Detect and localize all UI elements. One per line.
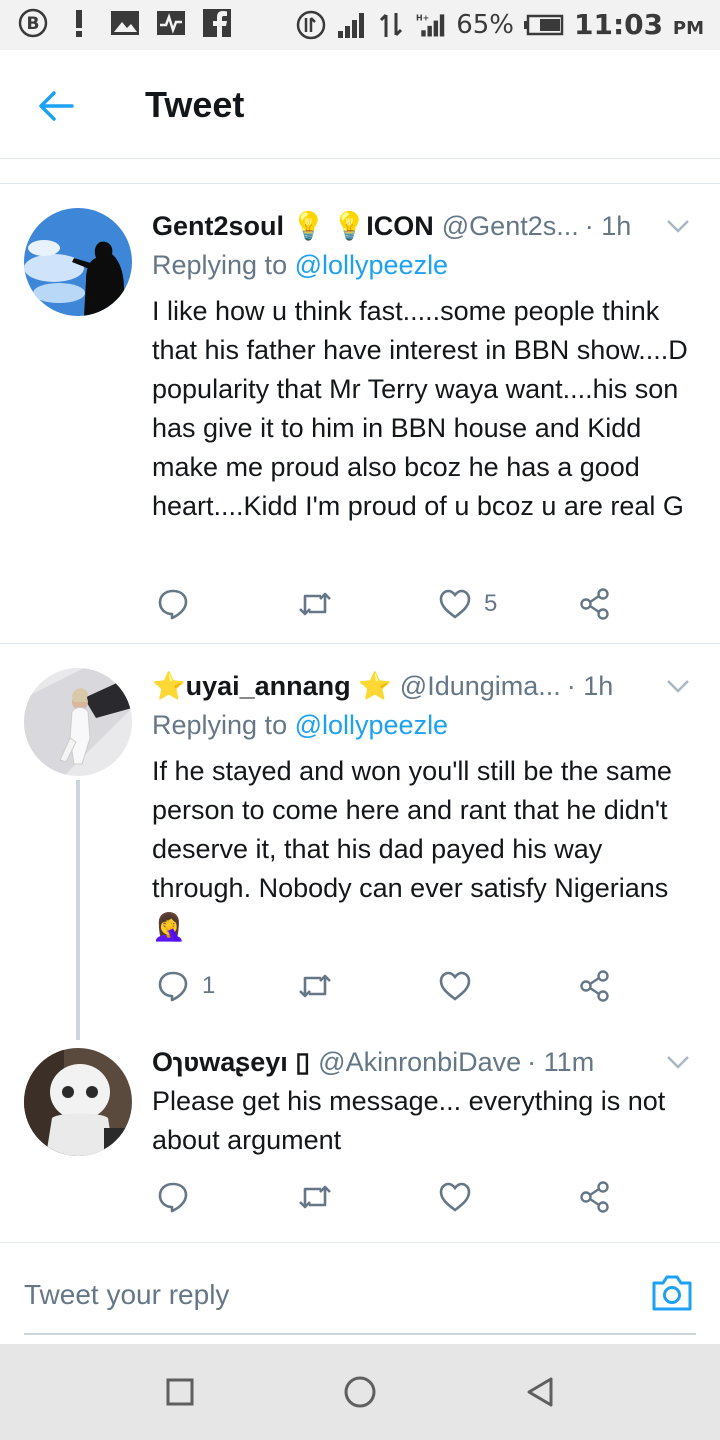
camera-icon	[652, 1275, 692, 1311]
share-icon	[580, 970, 609, 1002]
comment-icon	[158, 1182, 188, 1213]
app-header: Tweet	[0, 50, 720, 159]
timestamp: · 1h	[566, 670, 614, 701]
author-handle[interactable]: @Idungima...	[400, 671, 561, 702]
b-notification-icon: B	[18, 8, 48, 38]
tweet-text: Please get his message... everything is …	[152, 1086, 666, 1155]
reply-button[interactable]: 1	[156, 966, 215, 1006]
page-title: Tweet	[145, 84, 245, 125]
author-name[interactable]: Oɿʋwaʂeyı ▯	[152, 1047, 310, 1078]
triangle-back-icon	[527, 1377, 553, 1407]
arrow-left-icon	[39, 91, 74, 121]
avatar[interactable]	[24, 668, 132, 776]
thread-line	[76, 780, 80, 1040]
share-icon	[580, 1181, 609, 1213]
signal-icon	[336, 10, 366, 40]
square-icon	[166, 1378, 194, 1406]
reply-button[interactable]	[156, 1177, 202, 1217]
like-button[interactable]	[438, 1177, 484, 1217]
reply-input-underline	[24, 1333, 696, 1335]
reply-button[interactable]	[156, 584, 202, 624]
circle-icon	[344, 1376, 376, 1408]
tweet[interactable]: Gent2soul 💡 💡ICON @Gent2s... · 1h Replyi…	[0, 184, 720, 643]
reply-input[interactable]: Tweet your reply	[24, 1279, 229, 1311]
recents-button[interactable]	[160, 1372, 200, 1412]
like-count: 5	[484, 590, 498, 617]
like-button[interactable]: 5	[438, 584, 497, 624]
activity-icon	[156, 8, 186, 38]
svg-text:H+: H+	[416, 13, 429, 22]
retweet-button[interactable]	[297, 584, 333, 624]
tweet-text: I like how u think fast.....some people …	[152, 296, 688, 521]
retweet-button[interactable]	[297, 966, 333, 1006]
battery-percent: 65%	[456, 9, 514, 40]
author-handle[interactable]: @Gent2s...	[442, 211, 579, 242]
chevron-down-icon[interactable]	[664, 212, 692, 240]
timestamp: · 11m	[527, 1046, 595, 1077]
tweet[interactable]: Oɿʋwaʂeyı ▯ @AkinronbiDave · 11m Please …	[0, 1040, 720, 1236]
retweet-icon	[299, 592, 331, 616]
heart-icon	[439, 971, 471, 1001]
author-handle[interactable]: @AkinronbiDave	[318, 1047, 521, 1078]
mention-link[interactable]: @lollypeezle	[295, 710, 448, 740]
retweet-button[interactable]	[297, 1177, 333, 1217]
comment-icon	[158, 971, 188, 1002]
battery-icon	[524, 10, 564, 40]
comment-icon	[158, 589, 188, 620]
heart-icon	[439, 589, 471, 619]
facebook-icon	[202, 8, 232, 38]
share-icon	[580, 588, 609, 620]
data-saver-icon	[296, 10, 326, 40]
author-name[interactable]: ⭐uyai_annang ⭐	[152, 670, 392, 702]
chevron-down-icon[interactable]	[664, 672, 692, 700]
system-nav-bar	[0, 1344, 720, 1440]
tweet-text: If he stayed and won you'll still be the…	[152, 756, 672, 942]
clock: 11:03 PM	[574, 8, 704, 41]
status-bar: B H+ 65% 11:03 PM	[0, 0, 720, 50]
tweet[interactable]: ⭐uyai_annang ⭐ @Idungima... · 1h Replyin…	[0, 644, 720, 1044]
heart-icon	[439, 1182, 471, 1212]
chevron-down-icon[interactable]	[664, 1048, 692, 1076]
reply-count: 1	[202, 972, 216, 999]
tweet-actions: 1	[152, 966, 632, 1006]
mention-link[interactable]: @lollypeezle	[295, 250, 448, 280]
signal-hplus-icon: H+	[416, 10, 446, 40]
share-button[interactable]	[578, 584, 612, 624]
retweet-icon	[299, 1185, 331, 1209]
reply-composer: Tweet your reply	[0, 1242, 720, 1343]
gallery-icon	[110, 8, 140, 38]
camera-button[interactable]	[650, 1273, 694, 1317]
share-button[interactable]	[578, 966, 612, 1006]
tweet-actions: 5	[152, 584, 632, 624]
replying-to: Replying to @lollypeezle	[152, 710, 449, 740]
tweet-actions	[152, 1177, 632, 1217]
back-nav-button[interactable]	[520, 1372, 560, 1412]
avatar[interactable]	[24, 1048, 132, 1156]
timestamp: · 1h	[584, 210, 632, 241]
data-transfer-icon	[376, 10, 406, 40]
back-button[interactable]	[34, 84, 78, 128]
svg-text:B: B	[27, 14, 40, 34]
author-name[interactable]: Gent2soul 💡 💡ICON	[152, 210, 434, 242]
avatar[interactable]	[24, 208, 132, 316]
home-button[interactable]	[340, 1372, 380, 1412]
alert-icon	[64, 8, 94, 38]
like-button[interactable]	[438, 966, 484, 1006]
share-button[interactable]	[578, 1177, 612, 1217]
replying-to: Replying to @lollypeezle	[152, 250, 449, 280]
retweet-icon	[299, 974, 331, 998]
